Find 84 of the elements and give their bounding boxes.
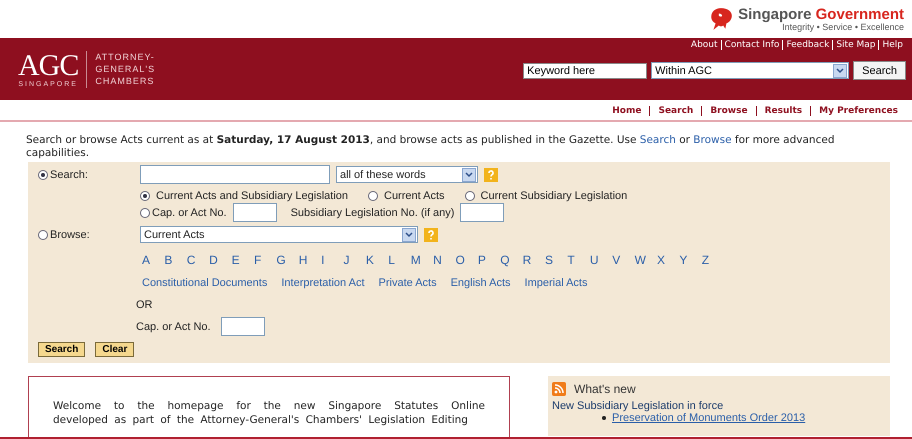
- help-icon[interactable]: [484, 168, 498, 182]
- cap-label: Cap. or Act No.: [136, 320, 211, 333]
- scope-radio[interactable]: [140, 191, 150, 202]
- collection-link[interactable]: Imperial Acts: [524, 277, 588, 290]
- letter-link[interactable]: Q: [500, 253, 523, 268]
- letter-link[interactable]: N: [433, 253, 456, 268]
- letter-link[interactable]: R: [522, 253, 546, 268]
- letter-link[interactable]: D: [209, 253, 232, 268]
- form-button[interactable]: Clear: [95, 342, 134, 358]
- scope-option-label: Current Acts and Subsidiary Legislation: [156, 190, 348, 202]
- search-button[interactable]: Search: [853, 61, 906, 80]
- letter-link[interactable]: H: [298, 253, 322, 268]
- top-link[interactable]: Help: [878, 40, 906, 50]
- letter-link[interactable]: F: [254, 253, 276, 268]
- letter-link[interactable]: T: [567, 253, 590, 268]
- nav-link[interactable]: Results: [756, 106, 810, 116]
- letter-link[interactable]: C: [186, 253, 210, 268]
- letter-link[interactable]: W: [634, 253, 657, 268]
- government-tagline: Integrity • Service • Excellence: [782, 22, 904, 32]
- intro-link[interactable]: Search: [640, 134, 676, 146]
- letter-link[interactable]: X: [656, 253, 680, 268]
- rss-icon[interactable]: [552, 382, 566, 396]
- form-button[interactable]: Search: [38, 342, 86, 358]
- letter-link[interactable]: S: [545, 253, 568, 268]
- letter-link[interactable]: L: [388, 253, 411, 268]
- news-link[interactable]: Preservation of Monuments Order 2013: [612, 412, 806, 424]
- intro-link[interactable]: Browse: [693, 134, 732, 146]
- letter-link[interactable]: K: [366, 253, 388, 268]
- top-link[interactable]: Contact Info: [720, 40, 782, 50]
- letter-link[interactable]: O: [455, 253, 478, 268]
- letter-link[interactable]: Y: [679, 253, 702, 268]
- logo-name-line: ATTORNEY-: [95, 50, 156, 63]
- nav-link[interactable]: Browse: [701, 106, 756, 116]
- letter-link[interactable]: I: [321, 253, 344, 268]
- letter-link[interactable]: E: [232, 253, 254, 268]
- government-brand-name: Singapore Government: [738, 6, 904, 22]
- collection-link[interactable]: Private Acts: [378, 277, 437, 290]
- search-radio[interactable]: [38, 170, 48, 180]
- top-link[interactable]: About: [688, 40, 721, 50]
- scope-option-label: Current Subsidiary Legislation: [480, 190, 628, 202]
- logo-name-line: CHAMBERS: [95, 75, 156, 88]
- cap-radio[interactable]: [140, 208, 150, 218]
- cap-number-field[interactable]: [232, 203, 277, 222]
- welcome-paragraph: Welcome to the homepage for the new Singapore Statutes Online developed as part of the Attorney-General's Chambers' Legislation Editing: [53, 400, 485, 428]
- top-link[interactable]: Feedback: [782, 40, 832, 50]
- collection-link[interactable]: Constitutional Documents: [142, 277, 268, 290]
- letter-link[interactable]: J: [344, 253, 366, 268]
- browse-radio[interactable]: [38, 230, 48, 240]
- match-dropdown[interactable]: all of these words: [336, 166, 478, 184]
- nav-link[interactable]: My Preferences: [810, 106, 906, 116]
- scope-dropdown[interactable]: Within AGC: [651, 62, 850, 79]
- intro-paragraph: Search or browse Acts current as at Saturday, 17 August 2013, and browse acts as published in the Gazette. Use Search or Browse for more advanced capabilities.: [26, 134, 836, 160]
- logo-mark: AGC: [18, 50, 78, 80]
- letter-link[interactable]: M: [410, 253, 434, 268]
- logo-name-line: GENERAL'S: [95, 62, 156, 76]
- scope-option-label: Current Acts: [384, 190, 445, 202]
- letter-link[interactable]: P: [478, 253, 500, 268]
- letter-link[interactable]: Z: [702, 253, 724, 268]
- news-heading: New Subsidiary Legislation in force: [552, 400, 724, 412]
- or-label: OR: [135, 299, 154, 312]
- letter-link[interactable]: U: [590, 253, 612, 268]
- search-field[interactable]: [140, 165, 330, 184]
- scope-radio[interactable]: [464, 191, 475, 202]
- help-icon[interactable]: [424, 228, 438, 242]
- news-title: What's new: [574, 382, 636, 396]
- category-dropdown[interactable]: Current Acts: [140, 226, 418, 244]
- collection-link[interactable]: English Acts: [450, 277, 511, 290]
- browse-mode-label: Browse:: [50, 228, 90, 241]
- collection-link[interactable]: Interpretation Act: [281, 277, 365, 290]
- subsidiary-number-field[interactable]: [460, 203, 504, 222]
- cap-number-field[interactable]: [220, 317, 265, 336]
- search-mode-label: Search:: [50, 168, 88, 181]
- cap-label: Cap. or Act No.: [152, 206, 227, 219]
- letter-link[interactable]: A: [142, 253, 164, 268]
- bullet-icon: [602, 416, 606, 420]
- nav-link[interactable]: Search: [649, 106, 702, 116]
- keyword-field[interactable]: Keyword here: [523, 62, 648, 78]
- letter-link[interactable]: G: [276, 253, 299, 268]
- scope-radio[interactable]: [368, 191, 378, 202]
- letter-link[interactable]: B: [164, 253, 187, 268]
- top-link[interactable]: Site Map: [832, 40, 878, 50]
- nav-link[interactable]: Home: [604, 106, 650, 116]
- subsidiary-number-label: Subsidiary Legislation No. (if any): [290, 206, 454, 219]
- letter-link[interactable]: V: [612, 253, 635, 268]
